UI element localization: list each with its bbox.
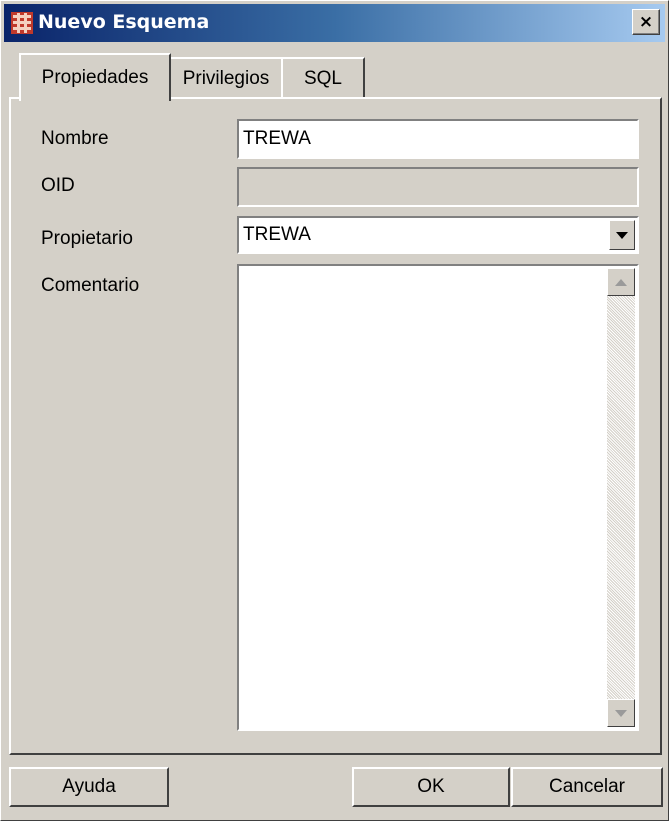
scroll-down-arrow-icon — [615, 709, 627, 717]
nombre-value: TREWA — [243, 128, 311, 149]
nombre-input[interactable]: TREWA — [237, 119, 639, 159]
propietario-dropdown-button[interactable] — [609, 220, 635, 250]
cancel-button[interactable]: Cancelar — [511, 767, 663, 807]
chevron-down-icon — [616, 231, 628, 239]
tab-label: SQL — [303, 68, 343, 89]
nombre-label: Nombre — [41, 128, 109, 149]
tab-privilegios[interactable]: Privilegios — [169, 57, 283, 99]
scroll-up-button[interactable] — [607, 268, 635, 296]
close-button[interactable]: × — [632, 9, 660, 35]
scroll-up-arrow-icon — [615, 278, 627, 286]
schema-app-icon — [11, 12, 33, 34]
propietario-label: Propietario — [41, 228, 133, 249]
oid-input — [237, 167, 639, 207]
cancel-button-label: Cancelar — [548, 776, 626, 797]
tab-sql[interactable]: SQL — [281, 57, 365, 99]
scroll-down-button[interactable] — [607, 699, 635, 727]
ok-button[interactable]: OK — [352, 767, 510, 807]
tab-label: Privilegios — [182, 68, 270, 89]
dialog-window: Nuevo Esquema × Propiedades Privilegios … — [0, 0, 669, 821]
help-button[interactable]: Ayuda — [9, 767, 169, 807]
tab-propiedades[interactable]: Propiedades — [19, 53, 171, 101]
title-bar[interactable]: Nuevo Esquema × — [4, 4, 665, 42]
propietario-select[interactable]: TREWA — [237, 216, 639, 254]
tab-label: Propiedades — [41, 67, 149, 88]
help-button-label: Ayuda — [62, 776, 116, 797]
close-icon: × — [638, 12, 654, 32]
ok-button-label: OK — [417, 776, 445, 797]
comentario-label: Comentario — [41, 275, 140, 296]
window-title: Nuevo Esquema — [38, 11, 210, 33]
comentario-scrollbar[interactable] — [607, 268, 635, 727]
oid-label: OID — [41, 175, 75, 196]
propietario-value: TREWA — [243, 224, 311, 245]
comentario-textarea[interactable] — [237, 264, 639, 731]
